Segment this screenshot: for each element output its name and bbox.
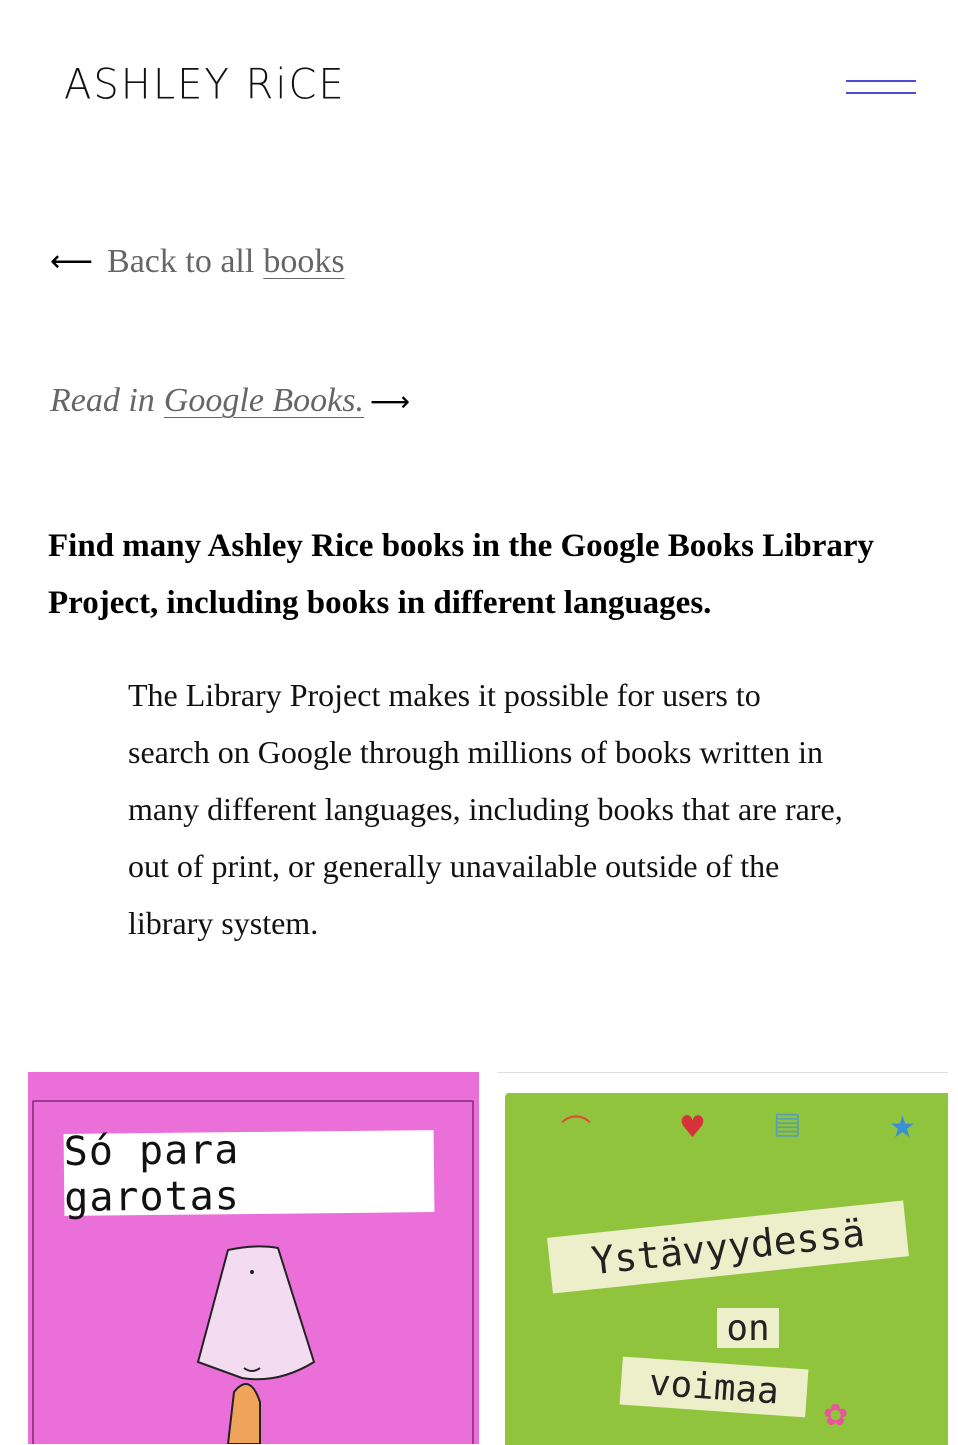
book-card-ystavyydessa-on-voimaa[interactable]: ⌒ ♥ ▤ ★ Ystävyydessä on voimaa ✿: [497, 1072, 948, 1445]
read-line-prefix: Read in: [50, 382, 155, 419]
book-title-line2: on: [717, 1308, 779, 1349]
heart-icon: ♥: [679, 1110, 706, 1145]
girl-illustration: [196, 1245, 316, 1444]
google-books-link[interactable]: Google Books.: [164, 382, 364, 420]
rainbow-icon: ⌒: [561, 1114, 591, 1149]
site-logo[interactable]: ASHLEY RiCE: [64, 61, 346, 109]
notebook-icon: ▤: [773, 1106, 802, 1141]
book-card-so-para-garotas[interactable]: Só para garotas: [28, 1072, 479, 1444]
library-project-quote: The Library Project makes it possible fo…: [128, 677, 843, 941]
arrow-right-icon[interactable]: ⟶: [370, 385, 410, 418]
flower-icon: ✿: [823, 1398, 849, 1433]
site-header: ASHLEY RiCE: [0, 0, 958, 190]
read-in-google-books: Read in Google Books. ⟶: [50, 382, 410, 420]
page-headline: Find many Ashley Rice books in the Googl…: [48, 528, 875, 621]
menu-bar-bottom: [846, 92, 916, 94]
star-icon: ★: [889, 1110, 916, 1145]
books-link[interactable]: books: [263, 243, 344, 281]
arrow-left-icon[interactable]: ⟵: [50, 247, 93, 277]
back-link-prefix: Back to all: [107, 243, 255, 280]
hamburger-menu-icon[interactable]: [846, 70, 916, 110]
back-to-books: ⟵ Back to all books: [50, 243, 345, 281]
menu-bar-top: [846, 80, 916, 82]
